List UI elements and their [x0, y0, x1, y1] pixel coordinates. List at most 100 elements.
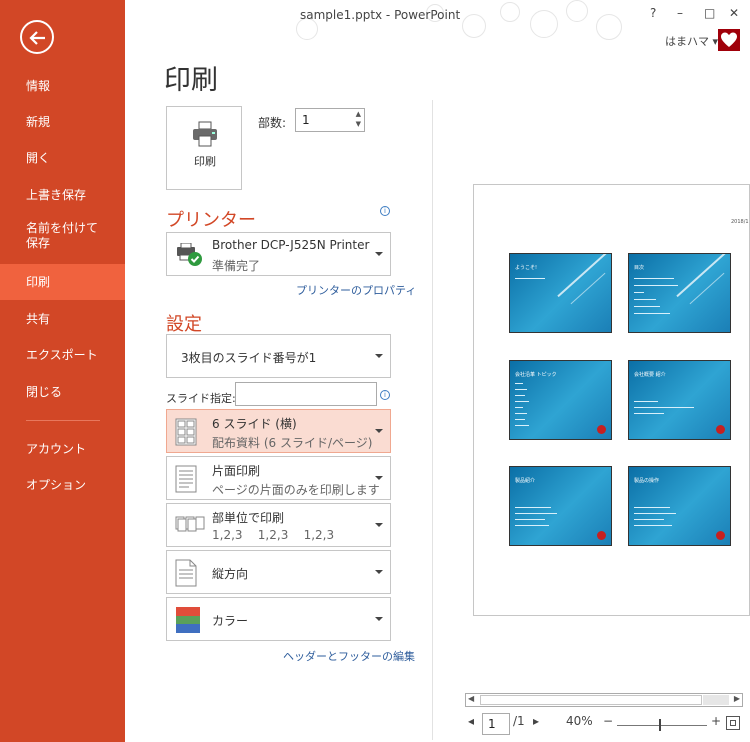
sides-value: 片面印刷	[212, 464, 261, 478]
printer-status: 準備完了	[212, 259, 261, 273]
slide-text-line	[515, 278, 545, 279]
zoom-level[interactable]: 40%	[566, 714, 593, 728]
nav-account[interactable]: アカウント	[0, 431, 125, 467]
decor-circle	[500, 2, 520, 22]
spin-up-icon[interactable]: ▲	[356, 110, 361, 118]
slide-title: 製品紹介	[515, 478, 536, 484]
nav-export[interactable]: エクスポート	[0, 337, 125, 373]
chevron-down-icon	[375, 429, 383, 433]
preview-scrollbar[interactable]: ◀ ▶	[465, 693, 743, 707]
settings-heading: 設定	[166, 314, 202, 335]
info-icon[interactable]: i	[380, 390, 390, 400]
slide-thumbnail: 製品紹介	[509, 466, 612, 546]
user-account[interactable]: はまハマ ▾	[665, 33, 718, 49]
zoom-in-icon[interactable]: +	[711, 714, 721, 728]
slides-input[interactable]	[235, 382, 377, 406]
prev-page-icon[interactable]: ◂	[468, 714, 474, 728]
slide-badge	[716, 425, 725, 434]
help-button[interactable]: ?	[650, 6, 656, 20]
color-icon	[176, 607, 200, 633]
printer-properties-link[interactable]: プリンターのプロパティ	[296, 282, 416, 298]
slide-text-line	[634, 401, 658, 402]
scrollbar-thumb[interactable]	[480, 695, 702, 705]
sides-subtext: ページの片面のみを印刷します	[212, 483, 380, 497]
print-range-select[interactable]: 3枚目のスライド番号が1	[166, 334, 391, 378]
collate-select[interactable]: 部単位で印刷 1,2,3 1,2,3 1,2,3	[166, 503, 391, 547]
slide-thumbnail: 製品の操作	[628, 466, 731, 546]
zoom-slider-thumb[interactable]	[659, 719, 661, 731]
color-select[interactable]: カラー	[166, 597, 391, 641]
copies-value: 1	[302, 113, 310, 127]
copies-input[interactable]: 1 ▲ ▼	[295, 108, 365, 132]
page-number-input[interactable]: 1	[482, 713, 510, 735]
slide-text-line	[515, 389, 527, 390]
nav-new[interactable]: 新規	[0, 104, 125, 140]
page-total: /1	[513, 714, 525, 728]
slide-thumbnail: 目次	[628, 253, 731, 333]
slide-text-line	[515, 413, 527, 414]
nav-options[interactable]: オプション	[0, 467, 125, 503]
sides-select[interactable]: 片面印刷 ページの片面のみを印刷します	[166, 456, 391, 500]
slide-thumbnail: 会社概要 紹介	[628, 360, 731, 440]
avatar[interactable]	[718, 29, 740, 51]
minimize-button[interactable]: –	[677, 6, 683, 20]
slide-text-line	[634, 507, 670, 508]
copies-label: 部数:	[258, 116, 287, 130]
slide-title: 会社沿革 トピック	[515, 372, 557, 378]
zoom-slider[interactable]	[617, 725, 707, 726]
nav-share[interactable]: 共有	[0, 301, 125, 337]
chevron-down-icon	[375, 252, 383, 256]
slide-title: 製品の操作	[634, 478, 660, 484]
slide-text-line	[634, 285, 678, 286]
close-button[interactable]: ✕	[729, 6, 739, 20]
restore-button[interactable]: □	[704, 6, 715, 20]
slide-text-line	[515, 425, 529, 426]
nav-close[interactable]: 閉じる	[0, 374, 125, 410]
slide-text-line	[515, 525, 549, 526]
page-current: 1	[488, 717, 496, 731]
slide-text-line	[634, 299, 656, 300]
print-button[interactable]: 印刷	[166, 106, 242, 190]
orientation-select[interactable]: 縦方向	[166, 550, 391, 594]
orientation-value: 縦方向	[212, 567, 249, 581]
next-page-icon[interactable]: ▸	[533, 714, 539, 728]
zoom-out-icon[interactable]: −	[603, 714, 613, 728]
collate-icon	[175, 516, 205, 532]
slide-text-line	[634, 525, 672, 526]
scroll-right-icon[interactable]: ▶	[734, 694, 740, 703]
printer-name: Brother DCP-J525N Printer	[212, 238, 370, 252]
spin-down-icon[interactable]: ▼	[356, 120, 361, 128]
backstage-sidebar: 情報 新規 開く 上書き保存 名前を付けて 保存 印刷 共有 エクスポート 閉じ…	[0, 0, 125, 742]
scroll-left-icon[interactable]: ◀	[468, 694, 474, 703]
slide-text-line	[634, 407, 694, 408]
printer-select[interactable]: Brother DCP-J525N Printer 準備完了	[166, 232, 391, 276]
print-preview-page: 2018/1 ようこそ! 目次 会社沿革 トピック 会社概要 紹介 製品紹介 製…	[473, 184, 750, 616]
chevron-down-icon	[375, 476, 383, 480]
collate-subtext: 1,2,3 1,2,3 1,2,3	[212, 528, 335, 542]
scrollbar-track	[703, 695, 729, 705]
nav-open[interactable]: 開く	[0, 140, 125, 176]
header-footer-link[interactable]: ヘッダーとフッターの編集	[283, 648, 415, 664]
nav-print[interactable]: 印刷	[0, 264, 125, 300]
chevron-down-icon	[375, 570, 383, 574]
nav-save-as[interactable]: 名前を付けて 保存	[0, 218, 125, 258]
print-range-value: 3枚目のスライド番号が1	[181, 351, 317, 365]
slide-text-line	[634, 306, 660, 307]
back-button[interactable]	[20, 20, 54, 54]
layout-select[interactable]: 6 スライド (横) 配布資料 (6 スライド/ページ)	[166, 409, 391, 453]
decor-circle	[530, 10, 558, 38]
slides-label: スライド指定:	[166, 392, 236, 405]
slide-text-line	[515, 507, 551, 508]
info-icon[interactable]: i	[380, 206, 390, 216]
nav-info[interactable]: 情報	[0, 68, 125, 104]
slide-text-line	[515, 513, 557, 514]
nav-save[interactable]: 上書き保存	[0, 177, 125, 213]
zoom-fit-icon[interactable]	[726, 716, 740, 730]
slide-text-line	[515, 419, 525, 420]
printer-heading: プリンター	[166, 210, 256, 231]
page-title: 印刷	[164, 65, 218, 96]
printer-ready-icon	[177, 243, 202, 266]
slide-thumbnail: ようこそ!	[509, 253, 612, 333]
decor-circle	[566, 0, 588, 22]
slide-text-line	[634, 292, 644, 293]
